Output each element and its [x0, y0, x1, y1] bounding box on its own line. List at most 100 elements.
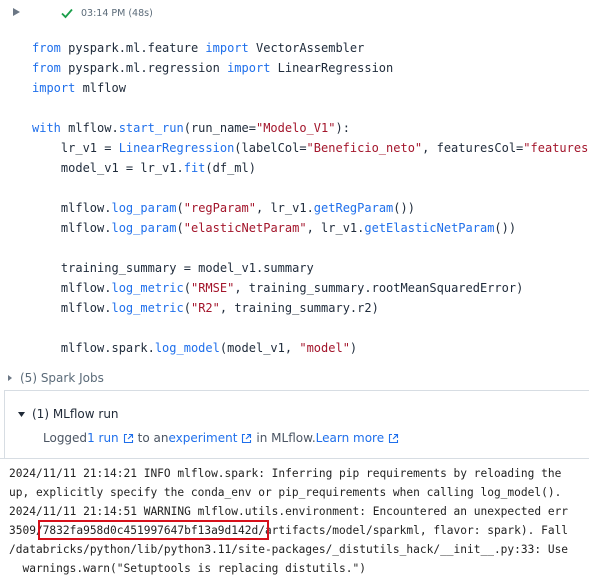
mlflow-logged-line: Logged 1 run to an experiment in MLflow.… — [43, 431, 403, 445]
code-token: ( — [176, 221, 184, 235]
mlflow-run-toggle[interactable]: (1) MLflow run — [17, 407, 119, 421]
code-token: ()) — [393, 201, 415, 215]
cell-header: 03:14 PM (48s) — [0, 0, 589, 30]
code-token: (df_ml) — [205, 161, 256, 175]
log-line: warnings.warn("Setuptools is replacing d… — [9, 562, 366, 575]
code-token: log_param — [111, 221, 177, 235]
code-token: fit — [183, 161, 206, 175]
code-token: pyspark.ml.regression — [60, 61, 228, 75]
code-line: import mlflow — [32, 78, 589, 98]
code-token: "R2" — [190, 301, 220, 315]
code-token: with — [32, 121, 61, 135]
code-token: ( — [176, 201, 184, 215]
logged-prefix: Logged — [43, 431, 88, 445]
code-token: mlflow. — [60, 121, 119, 135]
run-link[interactable]: 1 run — [87, 431, 119, 445]
code-token: , training_summary.r2) — [219, 301, 379, 315]
code-token: ()) — [494, 221, 517, 235]
code-token: getElasticNetParam — [364, 221, 495, 235]
mlflow-run-title: (1) MLflow run — [32, 407, 119, 421]
code-line: from pyspark.ml.feature import VectorAss… — [32, 38, 589, 58]
code-token: getRegParam — [313, 201, 394, 215]
code-token: mlflow. — [32, 201, 112, 215]
code-token: lr_v1 = — [32, 141, 119, 155]
chevron-right-icon — [8, 375, 12, 381]
code-line: model_v1 = lr_v1.fit(df_ml) — [32, 158, 589, 178]
mlflow-run-panel: (1) MLflow run Logged 1 run to an experi… — [4, 390, 589, 459]
code-token: import — [227, 61, 271, 75]
experiment-link[interactable]: experiment — [168, 431, 237, 445]
code-token: "Modelo_V1" — [255, 121, 336, 135]
run-id-highlight — [38, 520, 269, 540]
code-token: mlflow — [75, 81, 126, 95]
code-line: from pyspark.ml.regression import Linear… — [32, 58, 589, 78]
log-line: 2024/11/11 21:14:51 WARNING mlflow.utils… — [9, 505, 569, 518]
code-token: mlflow. — [32, 281, 112, 295]
code-token: mlflow. — [32, 301, 112, 315]
code-token: import — [32, 81, 76, 95]
code-token: mlflow. — [32, 221, 112, 235]
code-token: "model" — [299, 341, 350, 355]
code-token: mlflow.spark. — [32, 341, 155, 355]
code-line: lr_v1 = LinearRegression(labelCol="Benef… — [32, 138, 589, 158]
log-line: /databricks/python/lib/python3.11/site-p… — [9, 543, 569, 556]
external-link-icon[interactable] — [123, 433, 134, 444]
code-token: ( — [183, 301, 191, 315]
code-token: (run_name= — [183, 121, 256, 135]
code-token: pyspark.ml.feature — [60, 41, 206, 55]
code-token: "regParam" — [183, 201, 256, 215]
code-line: mlflow.log_metric("RMSE", training_summa… — [32, 278, 589, 298]
to-an-text: to an — [137, 431, 169, 445]
code-token: VectorAssembler — [248, 41, 365, 55]
code-editor[interactable]: from pyspark.ml.feature import VectorAss… — [32, 38, 589, 358]
code-line: training_summary = model_v1.summary — [32, 258, 589, 278]
code-token: ( — [183, 281, 191, 295]
external-link-icon[interactable] — [388, 433, 399, 444]
chevron-down-icon — [18, 411, 25, 417]
code-line: mlflow.log_param("regParam", lr_v1.getRe… — [32, 198, 589, 218]
code-token: "features" — [523, 141, 589, 155]
stderr-log-output: 2024/11/11 21:14:21 INFO mlflow.spark: I… — [0, 458, 589, 588]
learn-more-link[interactable]: Learn more — [316, 431, 384, 445]
code-token: "elasticNetParam" — [183, 221, 307, 235]
code-token: (model_v1, — [219, 341, 300, 355]
code-token: LinearRegression — [118, 141, 235, 155]
code-token: import — [205, 41, 249, 55]
code-token: LinearRegression — [270, 61, 394, 75]
log-line: 2024/11/11 21:14:21 INFO mlflow.spark: I… — [9, 467, 562, 480]
code-token: ): — [335, 121, 350, 135]
code-token: training_summary = model_v1.summary — [32, 261, 314, 275]
code-token: log_metric — [111, 301, 184, 315]
code-token: from — [32, 61, 61, 75]
execution-time: 03:14 PM (48s) — [81, 8, 153, 19]
code-token: log_model — [154, 341, 220, 355]
run-cell-icon[interactable] — [10, 6, 22, 18]
log-line: up, explicitly specify the conda_env or … — [9, 486, 562, 499]
code-line: mlflow.log_param("elasticNetParam", lr_v… — [32, 218, 589, 238]
spark-jobs-label: (5) Spark Jobs — [20, 371, 104, 385]
code-line: with mlflow.start_run(run_name="Modelo_V… — [32, 118, 589, 138]
code-token: log_metric — [111, 281, 184, 295]
code-line: mlflow.spark.log_model(model_v1, "model"… — [32, 338, 589, 358]
code-token: , training_summary.rootMeanSquaredError) — [234, 281, 524, 295]
code-token: , featuresCol= — [422, 141, 524, 155]
code-token: start_run — [118, 121, 184, 135]
code-token: log_param — [111, 201, 177, 215]
code-line: mlflow.log_metric("R2", training_summary… — [32, 298, 589, 318]
code-token: ) — [349, 341, 358, 355]
code-token: "Beneficio_neto" — [306, 141, 423, 155]
spark-jobs-toggle[interactable]: (5) Spark Jobs — [6, 368, 104, 388]
code-token: "RMSE" — [190, 281, 235, 295]
code-token: from — [32, 41, 61, 55]
external-link-icon[interactable] — [241, 433, 252, 444]
code-token: , lr_v1. — [256, 201, 314, 215]
code-token: , lr_v1. — [306, 221, 365, 235]
code-token: model_v1 = lr_v1. — [32, 161, 184, 175]
check-icon — [61, 8, 73, 19]
code-token: (labelCol= — [234, 141, 307, 155]
in-mlflow-text: in MLflow. — [256, 431, 316, 445]
